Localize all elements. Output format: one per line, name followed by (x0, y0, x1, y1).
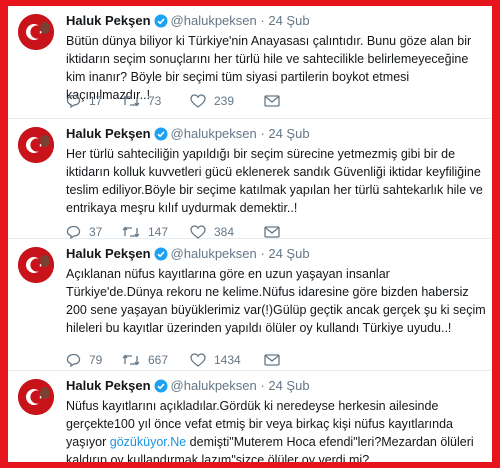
handle[interactable]: @halukpeksen (171, 378, 257, 393)
heart-icon (190, 225, 206, 239)
avatar[interactable] (18, 14, 54, 50)
reply-icon (66, 225, 81, 239)
envelope-icon (264, 226, 280, 238)
retweet-button[interactable]: 667 (122, 351, 168, 369)
avatar[interactable] (18, 247, 54, 283)
handle[interactable]: @halukpeksen (171, 126, 257, 141)
tweet[interactable]: Haluk Pekşen @halukpeksen · 24 Şub Açıkla… (8, 239, 492, 371)
tweet[interactable]: Haluk Pekşen @halukpeksen · 24 Şub Nüfus … (8, 371, 492, 462)
like-count: 384 (214, 225, 235, 239)
tweet-text: Açıklanan nüfus kayıtlarına göre en uzun… (66, 267, 486, 335)
display-name[interactable]: Haluk Pekşen (66, 246, 151, 261)
separator: · (260, 13, 265, 28)
timestamp[interactable]: 24 Şub (268, 13, 309, 28)
retweet-count: 73 (148, 94, 162, 108)
reply-count: 37 (89, 225, 103, 239)
like-count: 1434 (214, 353, 241, 367)
like-button[interactable]: 239 (190, 92, 234, 110)
tweet[interactable]: Haluk Pekşen @halukpeksen · 24 Şub Her tü… (8, 119, 492, 239)
reply-count: 79 (89, 353, 103, 367)
retweet-icon (122, 226, 140, 238)
tweet-text: Her türlü sahteciliğin yapıldığı bir seç… (66, 147, 483, 215)
tweet-header: Haluk Pekşen @halukpeksen · 24 Şub (66, 125, 310, 143)
tweet-text: Nüfus kayıtlarını açıkladılar.Gördük ki … (66, 397, 486, 462)
timeline-panel: Haluk Pekşen @halukpeksen · 24 Şub Bütün … (8, 6, 492, 462)
avatar[interactable] (18, 379, 54, 415)
verified-badge-icon (154, 247, 168, 266)
retweet-count: 667 (148, 353, 169, 367)
timestamp[interactable]: 24 Şub (268, 126, 309, 141)
envelope-icon (264, 354, 280, 366)
display-name[interactable]: Haluk Pekşen (66, 13, 151, 28)
heart-icon (190, 353, 206, 367)
reply-icon (66, 353, 81, 367)
display-name[interactable]: Haluk Pekşen (66, 126, 151, 141)
tweet-header: Haluk Pekşen @halukpeksen · 24 Şub (66, 245, 310, 263)
timestamp[interactable]: 24 Şub (268, 378, 309, 393)
display-name[interactable]: Haluk Pekşen (66, 378, 151, 393)
tweet-header: Haluk Pekşen @halukpeksen · 24 Şub (66, 377, 310, 395)
tweet-link[interactable]: gözüküyor.Ne (110, 435, 186, 449)
message-button[interactable] (264, 351, 288, 369)
like-button[interactable]: 1434 (190, 351, 241, 369)
verified-badge-icon (154, 127, 168, 146)
heart-icon (190, 94, 206, 108)
handle[interactable]: @halukpeksen (171, 246, 257, 261)
tweet-actions: 17 73 239 (66, 92, 466, 110)
handle[interactable]: @halukpeksen (171, 13, 257, 28)
verified-badge-icon (154, 14, 168, 33)
reply-count: 17 (89, 94, 103, 108)
separator: · (260, 126, 265, 141)
message-button[interactable] (264, 92, 288, 110)
retweet-button[interactable]: 73 (122, 92, 161, 110)
retweet-icon (122, 354, 140, 366)
separator: · (260, 246, 265, 261)
retweet-count: 147 (148, 225, 169, 239)
reply-button[interactable]: 79 (66, 351, 102, 369)
timestamp[interactable]: 24 Şub (268, 246, 309, 261)
reply-icon (66, 94, 81, 108)
envelope-icon (264, 95, 280, 107)
tweet[interactable]: Haluk Pekşen @halukpeksen · 24 Şub Bütün … (8, 6, 492, 119)
avatar[interactable] (18, 127, 54, 163)
tweet-header: Haluk Pekşen @halukpeksen · 24 Şub (66, 12, 310, 30)
retweet-icon (122, 95, 140, 107)
like-count: 239 (214, 94, 235, 108)
tweet-actions: 79 667 1434 (66, 351, 466, 369)
reply-button[interactable]: 17 (66, 92, 102, 110)
verified-badge-icon (154, 379, 168, 398)
separator: · (260, 378, 265, 393)
